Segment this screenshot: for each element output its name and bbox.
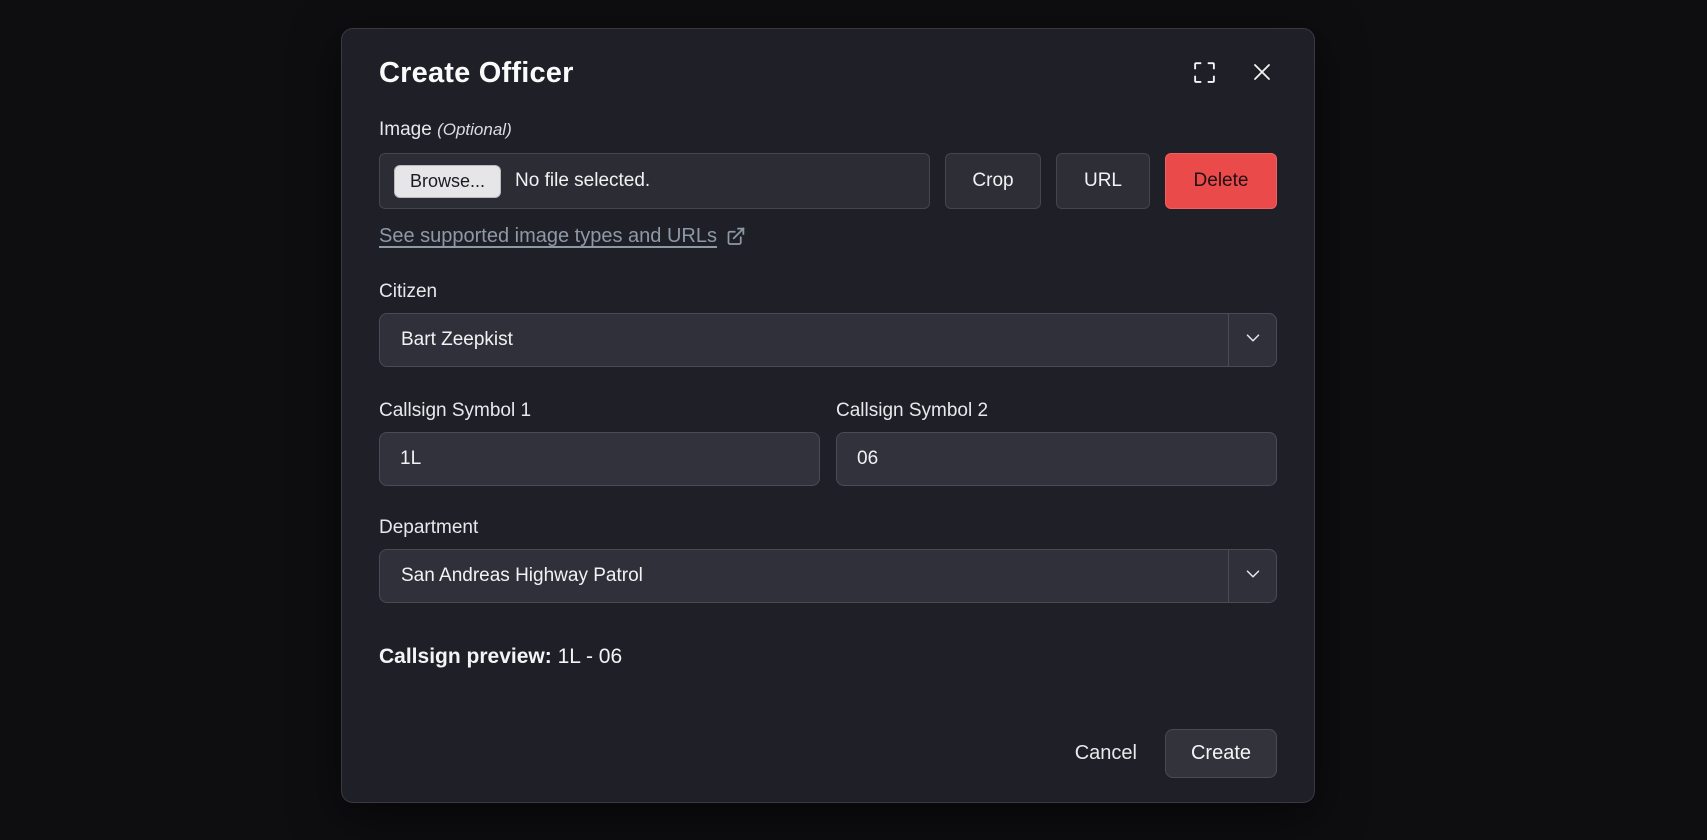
browse-button[interactable]: Browse... — [394, 164, 502, 198]
callsign1-label: Callsign Symbol 1 — [379, 400, 532, 421]
supported-types-row: See supported image types and URLs — [379, 225, 1277, 248]
citizen-select[interactable]: Bart Zeepkist — [379, 313, 1277, 367]
modal-footer: Cancel Create — [379, 729, 1277, 778]
supported-types-link[interactable]: See supported image types and URLs — [379, 225, 717, 248]
create-officer-modal: Create Officer Image (Optional) Browse..… — [341, 28, 1315, 803]
maximize-icon — [1192, 60, 1217, 85]
chevron-down-icon — [1242, 327, 1264, 354]
create-button[interactable]: Create — [1164, 729, 1277, 778]
crop-button[interactable]: Crop — [945, 153, 1041, 209]
citizen-select-value: Bart Zeepkist — [401, 329, 513, 350]
callsign-grid: Callsign Symbol 1 Callsign Symbol 2 — [379, 400, 1277, 486]
maximize-button[interactable] — [1189, 57, 1219, 87]
citizen-field-label: Citizen — [379, 281, 438, 302]
external-link-icon — [725, 226, 746, 247]
department-select-value: San Andreas Highway Patrol — [401, 565, 643, 586]
image-field-label: Image (Optional) — [379, 119, 1277, 141]
cancel-button[interactable]: Cancel — [1057, 732, 1155, 775]
callsign1-field: Callsign Symbol 1 — [379, 400, 820, 486]
delete-image-button[interactable]: Delete — [1165, 153, 1277, 209]
callsign-preview: Callsign preview: 1L - 06 — [379, 645, 1277, 669]
department-select[interactable]: San Andreas Highway Patrol — [379, 549, 1277, 603]
close-icon — [1250, 60, 1274, 84]
callsign-preview-label: Callsign preview: — [379, 645, 552, 668]
image-label-text: Image — [379, 119, 432, 140]
modal-title: Create Officer — [379, 57, 574, 89]
file-status-text: No file selected. — [515, 170, 651, 191]
callsign2-input[interactable] — [836, 432, 1277, 486]
modal-header: Create Officer — [379, 57, 1277, 90]
image-file-input[interactable]: Browse... No file selected. — [379, 153, 930, 209]
url-button[interactable]: URL — [1056, 153, 1150, 209]
department-select-chevron — [1228, 550, 1276, 602]
callsign2-field: Callsign Symbol 2 — [836, 400, 1277, 486]
chevron-down-icon — [1242, 563, 1264, 590]
close-button[interactable] — [1247, 57, 1277, 87]
image-row: Browse... No file selected. Crop URL Del… — [379, 153, 1277, 209]
callsign-preview-value: 1L - 06 — [557, 645, 623, 668]
department-field-label: Department — [379, 517, 479, 538]
optional-tag: (Optional) — [437, 120, 512, 139]
page-background: Create Officer Image (Optional) Browse..… — [0, 0, 1707, 840]
callsign2-label: Callsign Symbol 2 — [836, 400, 989, 421]
citizen-select-chevron — [1228, 314, 1276, 366]
callsign1-input[interactable] — [379, 432, 820, 486]
header-actions — [1189, 57, 1277, 87]
